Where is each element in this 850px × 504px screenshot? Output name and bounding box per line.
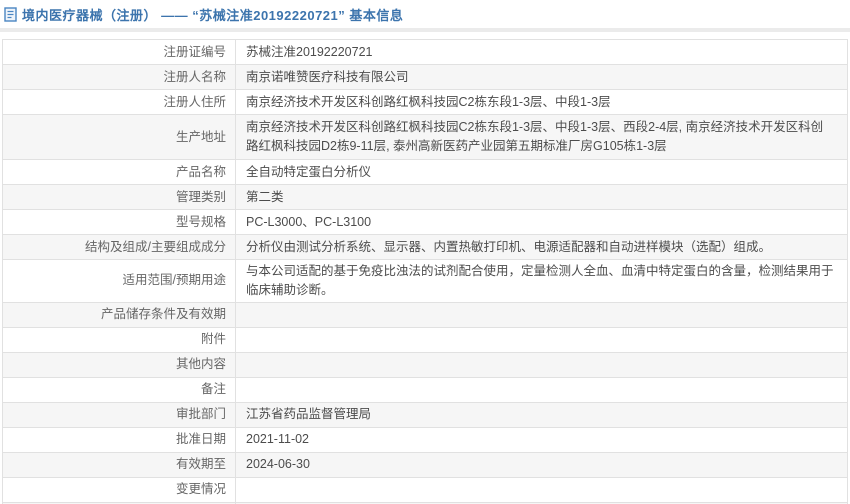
row-label: 审批部门	[3, 402, 236, 427]
registration-info-page: 境内医疗器械（注册） —— “苏械注准20192220721” 基本信息 注册证…	[0, 0, 850, 504]
table-row: 变更情况	[3, 477, 848, 502]
table-row: 管理类别第二类	[3, 185, 848, 210]
row-label: 适用范围/预期用途	[3, 260, 236, 303]
table-row: 有效期至2024-06-30	[3, 452, 848, 477]
row-label: 注册证编号	[3, 40, 236, 65]
row-value	[236, 377, 848, 402]
row-value: 第二类	[236, 185, 848, 210]
table-row: 注册人住所南京经济技术开发区科创路红枫科技园C2栋东段1-3层、中段1-3层	[3, 90, 848, 115]
page-title: 境内医疗器械（注册） —— “苏械注准20192220721” 基本信息	[22, 5, 403, 24]
table-row: 产品名称全自动特定蛋白分析仪	[3, 160, 848, 185]
row-label: 附件	[3, 327, 236, 352]
row-value: 2021-11-02	[236, 427, 848, 452]
row-value: 分析仪由测试分析系统、显示器、内置热敏打印机、电源适配器和自动进样模块（选配）组…	[236, 235, 848, 260]
row-value: 全自动特定蛋白分析仪	[236, 160, 848, 185]
table-row: 型号规格PC-L3000、PC-L3100	[3, 210, 848, 235]
table-row: 其他内容	[3, 352, 848, 377]
info-table-body: 注册证编号苏械注准20192220721注册人名称南京诺唯赞医疗科技有限公司注册…	[3, 40, 848, 504]
row-label: 生产地址	[3, 115, 236, 160]
row-label: 批准日期	[3, 427, 236, 452]
row-value: 南京经济技术开发区科创路红枫科技园C2栋东段1-3层、中段1-3层	[236, 90, 848, 115]
row-label: 其他内容	[3, 352, 236, 377]
row-label: 有效期至	[3, 452, 236, 477]
table-row: 注册证编号苏械注准20192220721	[3, 40, 848, 65]
row-value: 与本公司适配的基于免疫比浊法的试剂配合使用，定量检测人全血、血清中特定蛋白的含量…	[236, 260, 848, 303]
row-value: PC-L3000、PC-L3100	[236, 210, 848, 235]
row-value: 南京经济技术开发区科创路红枫科技园C2栋东段1-3层、中段1-3层、西段2-4层…	[236, 115, 848, 160]
row-label: 型号规格	[3, 210, 236, 235]
row-value: 2024-06-30	[236, 452, 848, 477]
row-label: 产品名称	[3, 160, 236, 185]
document-icon	[4, 7, 17, 22]
table-row: 附件	[3, 327, 848, 352]
registration-info-table: 注册证编号苏械注准20192220721注册人名称南京诺唯赞医疗科技有限公司注册…	[2, 39, 848, 504]
row-value	[236, 477, 848, 502]
row-value	[236, 302, 848, 327]
row-label: 注册人住所	[3, 90, 236, 115]
row-value	[236, 352, 848, 377]
table-row: 适用范围/预期用途与本公司适配的基于免疫比浊法的试剂配合使用，定量检测人全血、血…	[3, 260, 848, 303]
table-row: 产品储存条件及有效期	[3, 302, 848, 327]
page-header: 境内医疗器械（注册） —— “苏械注准20192220721” 基本信息	[0, 0, 850, 32]
row-value: 南京诺唯赞医疗科技有限公司	[236, 65, 848, 90]
table-row: 注册人名称南京诺唯赞医疗科技有限公司	[3, 65, 848, 90]
row-value: 苏械注准20192220721	[236, 40, 848, 65]
table-row: 生产地址南京经济技术开发区科创路红枫科技园C2栋东段1-3层、中段1-3层、西段…	[3, 115, 848, 160]
row-value	[236, 327, 848, 352]
table-row: 审批部门江苏省药品监督管理局	[3, 402, 848, 427]
row-value: 江苏省药品监督管理局	[236, 402, 848, 427]
row-label: 产品储存条件及有效期	[3, 302, 236, 327]
table-row: 结构及组成/主要组成成分分析仪由测试分析系统、显示器、内置热敏打印机、电源适配器…	[3, 235, 848, 260]
row-label: 管理类别	[3, 185, 236, 210]
row-label: 注册人名称	[3, 65, 236, 90]
table-row: 备注	[3, 377, 848, 402]
row-label: 结构及组成/主要组成成分	[3, 235, 236, 260]
row-label: 备注	[3, 377, 236, 402]
row-label: 变更情况	[3, 477, 236, 502]
table-row: 批准日期2021-11-02	[3, 427, 848, 452]
